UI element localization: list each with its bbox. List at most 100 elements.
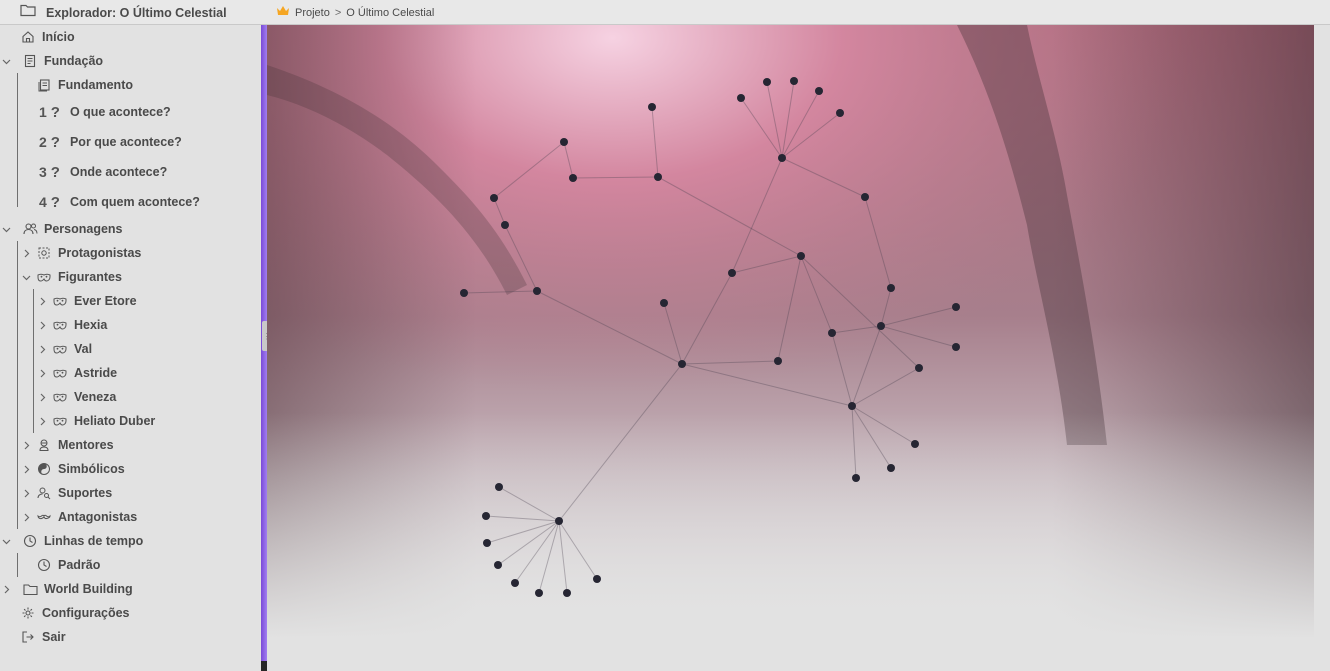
question-number: 3 [39, 164, 47, 180]
graph-node[interactable] [737, 94, 745, 102]
sidebar-item-extra[interactable]: Hexia [0, 313, 260, 337]
sidebar-item-label: Antagonistas [58, 510, 138, 524]
graph-node[interactable] [877, 322, 885, 330]
graph-node[interactable] [828, 329, 836, 337]
breadcrumb-current[interactable]: O Último Celestial [346, 7, 434, 19]
chevron-right-icon[interactable] [0, 585, 12, 594]
graph-node[interactable] [593, 575, 601, 583]
sidebar-item-supports[interactable]: Suportes [0, 481, 260, 505]
chevron-down-icon[interactable] [0, 537, 12, 546]
graph-node[interactable] [887, 464, 895, 472]
graph-node[interactable] [482, 512, 490, 520]
sidebar-item-home[interactable]: Início [0, 25, 260, 49]
sidebar-item-characters[interactable]: Personagens [0, 217, 260, 241]
sidebar-item-world-building[interactable]: World Building [0, 577, 260, 601]
sidebar-item-mentors[interactable]: Mentores [0, 433, 260, 457]
graph-node[interactable] [848, 402, 856, 410]
graph-node[interactable] [915, 364, 923, 372]
window-title-group: Explorador: O Último Celestial [20, 0, 227, 25]
sidebar-item-question-4[interactable]: 4 ? Com quem acontece? [0, 190, 260, 214]
graph-node[interactable] [911, 440, 919, 448]
sidebar-item-timeline-default[interactable]: Padrão [0, 553, 260, 577]
sidebar-item-label: Fundamento [58, 78, 133, 92]
sidebar-item-antagonists[interactable]: Antagonistas [0, 505, 260, 529]
graph-node[interactable] [797, 252, 805, 260]
graph-node[interactable] [660, 299, 668, 307]
sidebar-item-label: World Building [44, 582, 133, 596]
graph-node[interactable] [648, 103, 656, 111]
chevron-right-icon[interactable] [20, 465, 32, 474]
graph-node[interactable] [763, 78, 771, 86]
gear-icon [20, 605, 36, 621]
sidebar-item-protagonists[interactable]: Protagonistas [0, 241, 260, 265]
chevron-right-icon[interactable] [20, 441, 32, 450]
graph-node[interactable] [490, 194, 498, 202]
sidebar-item-label: Val [74, 342, 93, 356]
window-title: Explorador: O Último Celestial [46, 5, 227, 20]
sidebar-item-extra[interactable]: Veneza [0, 385, 260, 409]
graph-node[interactable] [560, 138, 568, 146]
graph-node[interactable] [460, 289, 468, 297]
graph-node[interactable] [836, 109, 844, 117]
graph-node[interactable] [861, 193, 869, 201]
question-number: 2 [39, 134, 47, 150]
chevron-right-icon[interactable] [20, 249, 32, 258]
graph-node[interactable] [495, 483, 503, 491]
sidebar-item-question-3[interactable]: 3 ? Onde acontece? [0, 160, 260, 184]
graph-svg[interactable] [267, 25, 1330, 671]
graph-node[interactable] [778, 154, 786, 162]
chevron-right-icon[interactable] [20, 489, 32, 498]
sidebar-item-question-1[interactable]: 1 ? O que acontece? [0, 100, 260, 124]
sidebar-item-extra[interactable]: Ever Etore [0, 289, 260, 313]
graph-node[interactable] [555, 517, 563, 525]
graph-node[interactable] [728, 269, 736, 277]
chevron-right-icon[interactable] [36, 321, 48, 330]
chevron-right-icon[interactable] [36, 369, 48, 378]
chevron-right-icon[interactable] [36, 297, 48, 306]
sidebar-item-symbolic[interactable]: Simbólicos [0, 457, 260, 481]
breadcrumb-root[interactable]: Projeto [295, 7, 330, 19]
sidebar-item-extras[interactable]: Figurantes [0, 265, 260, 289]
graph-node[interactable] [563, 589, 571, 597]
graph-node[interactable] [887, 284, 895, 292]
chevron-right-icon[interactable] [36, 393, 48, 402]
clock-icon [36, 557, 52, 573]
chevron-right-icon[interactable] [36, 345, 48, 354]
chevron-right-icon[interactable] [20, 513, 32, 522]
graph-node[interactable] [952, 343, 960, 351]
chevron-down-icon[interactable] [20, 273, 32, 282]
sidebar-item-settings[interactable]: Configurações [0, 601, 260, 625]
graph-node[interactable] [511, 579, 519, 587]
sidebar-item-timelines[interactable]: Linhas de tempo [0, 529, 260, 553]
graph-node[interactable] [774, 357, 782, 365]
sidebar-item-label: Com quem acontece? [69, 195, 200, 209]
graph-node[interactable] [533, 287, 541, 295]
graph-node[interactable] [952, 303, 960, 311]
graph-node[interactable] [501, 221, 509, 229]
graph-canvas[interactable] [267, 25, 1330, 671]
graph-node[interactable] [535, 589, 543, 597]
chevron-down-icon[interactable] [0, 225, 12, 234]
sidebar-item-extra[interactable]: Astride [0, 361, 260, 385]
sidebar-item-extra[interactable]: Val [0, 337, 260, 361]
sidebar-item-label: Ever Etore [74, 294, 137, 308]
sidebar-item-extra[interactable]: Heliato Duber [0, 409, 260, 433]
sidebar-item-label: Heliato Duber [74, 414, 156, 428]
sidebar-item-logout[interactable]: Sair [0, 625, 260, 649]
graph-node[interactable] [494, 561, 502, 569]
graph-node[interactable] [852, 474, 860, 482]
chevron-down-icon[interactable] [0, 57, 12, 66]
chevron-right-icon[interactable] [36, 417, 48, 426]
sidebar-item-fundamento[interactable]: Fundamento [0, 73, 260, 97]
graph-node[interactable] [678, 360, 686, 368]
graph-node[interactable] [569, 174, 577, 182]
graph-node[interactable] [790, 77, 798, 85]
graph-node[interactable] [815, 87, 823, 95]
background-fade [267, 25, 1314, 671]
sidebar-item-label: Protagonistas [58, 246, 142, 260]
breadcrumb-separator: > [334, 6, 342, 19]
sidebar-item-foundation[interactable]: Fundação [0, 49, 260, 73]
graph-node[interactable] [483, 539, 491, 547]
graph-node[interactable] [654, 173, 662, 181]
sidebar-item-question-2[interactable]: 2 ? Por que acontece? [0, 130, 260, 154]
